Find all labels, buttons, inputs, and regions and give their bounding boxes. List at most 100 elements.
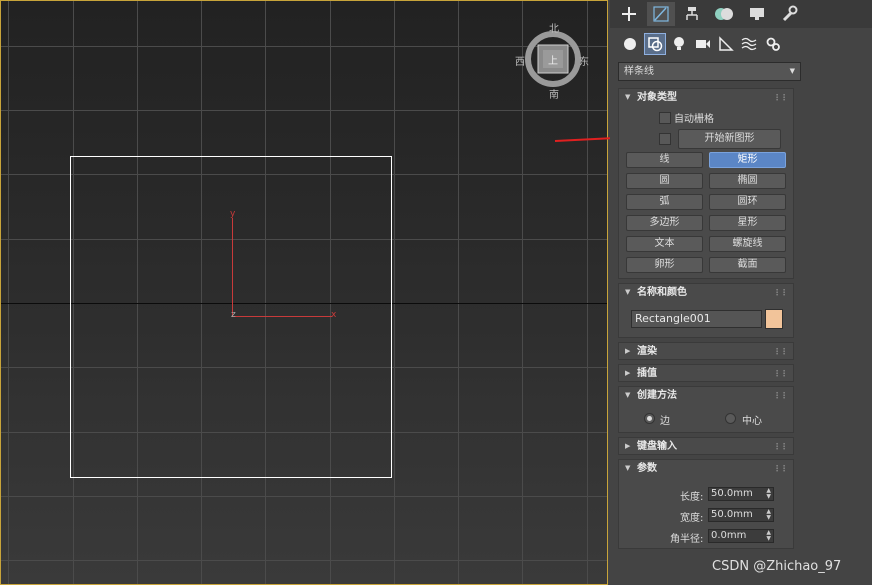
viewcube-west[interactable]: 西: [515, 53, 525, 68]
auto-grid-checkbox[interactable]: [659, 112, 671, 124]
utilities-tab[interactable]: [775, 2, 803, 26]
object-name-field[interactable]: Rectangle001: [631, 310, 762, 328]
length-label: 长度:: [680, 492, 704, 503]
create-tab[interactable]: [615, 2, 643, 26]
viewcube[interactable]: 北 南 东 西 上: [515, 20, 589, 101]
create-category-tabs: [610, 30, 872, 58]
cameras-icon: [696, 40, 710, 48]
viewcube-top-face[interactable]: 上: [548, 52, 558, 67]
keyboard-entry-header[interactable]: ▶ 键盘输入 ⋮⋮: [619, 438, 793, 455]
shape-rectangle-button[interactable]: 矩形: [709, 152, 786, 168]
interpolation-rollout: ▶ 插值 ⋮⋮: [618, 364, 794, 382]
edge-label: 边: [660, 416, 670, 427]
grip-icon: ⋮⋮: [773, 288, 788, 297]
expand-triangle-icon: ▶: [625, 369, 631, 377]
object-type-header[interactable]: ▼ 对象类型 ⋮⋮: [619, 89, 793, 106]
parameters-header[interactable]: ▼ 参数 ⋮⋮: [619, 460, 793, 477]
spinner-arrows-icon[interactable]: ▲ ▼: [766, 488, 771, 500]
modify-icon: [653, 6, 669, 22]
shapes-subtab[interactable]: [644, 33, 666, 55]
gizmo-x-label: x: [331, 310, 337, 320]
grip-icon: ⋮⋮: [773, 369, 788, 378]
edge-radio[interactable]: [644, 413, 655, 424]
hierarchy-icon: [686, 7, 698, 20]
shape-text-button[interactable]: 文本: [626, 236, 703, 252]
chevron-down-icon: ▼: [789, 67, 795, 75]
spinner-arrows-icon[interactable]: ▲ ▼: [766, 530, 771, 542]
cameras-subtab[interactable]: [692, 33, 714, 55]
spacewarps-icon: [741, 37, 757, 51]
motion-icon: [715, 8, 733, 20]
rollout-title: 键盘输入: [637, 441, 677, 452]
helpers-subtab[interactable]: [715, 33, 737, 55]
grip-icon: ⋮⋮: [773, 391, 788, 400]
start-new-shape-checkbox[interactable]: [659, 133, 671, 145]
gizmo-y-label: y: [230, 209, 236, 219]
name-color-rollout: ▼ 名称和颜色 ⋮⋮ Rectangle001: [618, 283, 794, 338]
parameters-rollout: ▼ 参数 ⋮⋮ 长度: 50.0mm ▲ ▼ 宽度: 50.0mm ▲ ▼ 角半径:…: [618, 459, 794, 549]
creation-method-rollout: ▼ 创建方法 ⋮⋮ 边 中心: [618, 386, 794, 433]
display-tab[interactable]: [743, 2, 771, 26]
shape-line-button[interactable]: 线: [626, 152, 703, 168]
gizmo-y-axis: [232, 218, 233, 316]
shape-ellipse-button[interactable]: 椭圆: [709, 173, 786, 189]
rendering-header[interactable]: ▶ 渲染 ⋮⋮: [619, 343, 793, 360]
watermark: CSDN @Zhichao_97: [712, 559, 842, 574]
grip-icon: ⋮⋮: [773, 347, 788, 356]
collapse-triangle-icon: ▼: [625, 288, 631, 296]
corner-radius-spinner[interactable]: 0.0mm ▲ ▼: [708, 529, 774, 543]
grid-line: [0, 110, 608, 111]
geometry-subtab[interactable]: [619, 33, 641, 55]
viewcube-south[interactable]: 南: [549, 86, 559, 101]
grid-line: [0, 496, 608, 497]
command-panel: 样条线 ▼ ▼ 对象类型 ⋮⋮ 自动栅格 开始新图形 线 矩形 圆 椭圆 弧 圆…: [610, 0, 872, 585]
grip-icon: ⋮⋮: [773, 442, 788, 451]
rollout-title: 插值: [637, 368, 657, 379]
keyboard-entry-rollout: ▶ 键盘输入 ⋮⋮: [618, 437, 794, 455]
creation-method-header[interactable]: ▼ 创建方法 ⋮⋮: [619, 387, 793, 404]
length-spinner[interactable]: 50.0mm ▲ ▼: [708, 487, 774, 501]
shape-circle-button[interactable]: 圆: [626, 173, 703, 189]
name-color-header[interactable]: ▼ 名称和颜色 ⋮⋮: [619, 284, 793, 301]
object-color-swatch[interactable]: [765, 309, 783, 329]
width-spinner[interactable]: 50.0mm ▲ ▼: [708, 508, 774, 522]
viewcube-east[interactable]: 东: [579, 53, 589, 68]
collapse-triangle-icon: ▼: [625, 464, 631, 472]
grid-line: [0, 560, 608, 561]
grip-icon: ⋮⋮: [773, 93, 788, 102]
systems-icon: [766, 37, 780, 51]
shape-arc-button[interactable]: 弧: [626, 194, 703, 210]
rendering-rollout: ▶ 渲染 ⋮⋮: [618, 342, 794, 360]
shape-star-button[interactable]: 星形: [709, 215, 786, 231]
spacewarps-subtab[interactable]: [738, 33, 760, 55]
center-radio[interactable]: [725, 413, 736, 424]
spinner-arrows-icon[interactable]: ▲ ▼: [766, 509, 771, 521]
viewcube-north[interactable]: 北: [549, 20, 559, 35]
display-icon: [750, 8, 764, 20]
width-value: 50.0mm: [711, 509, 753, 520]
corner-radius-value: 0.0mm: [711, 530, 747, 541]
shape-section-button[interactable]: 截面: [709, 257, 786, 273]
start-new-shape-button[interactable]: 开始新图形: [678, 129, 781, 149]
shapes-icon: [648, 37, 663, 52]
modify-tab[interactable]: [647, 2, 675, 26]
geometry-icon: [624, 38, 636, 50]
hierarchy-tab[interactable]: [678, 2, 706, 26]
interpolation-header[interactable]: ▶ 插值 ⋮⋮: [619, 365, 793, 382]
grip-icon: ⋮⋮: [773, 464, 788, 473]
lights-subtab[interactable]: [668, 33, 690, 55]
gizmo-x-axis: [232, 316, 332, 317]
rollout-title: 名称和颜色: [637, 287, 687, 298]
shape-donut-button[interactable]: 圆环: [709, 194, 786, 210]
shape-egg-button[interactable]: 卵形: [626, 257, 703, 273]
length-value: 50.0mm: [711, 488, 753, 499]
systems-subtab[interactable]: [762, 33, 784, 55]
motion-tab[interactable]: [710, 2, 738, 26]
shape-helix-button[interactable]: 螺旋线: [709, 236, 786, 252]
utilities-icon: [782, 5, 798, 22]
top-viewport[interactable]: y x z 北 南 东 西 上: [0, 0, 608, 585]
grid-line: [8, 0, 9, 585]
category-dropdown[interactable]: 样条线 ▼: [618, 62, 801, 81]
shape-ngon-button[interactable]: 多边形: [626, 215, 703, 231]
command-panel-tabs: [610, 0, 872, 28]
